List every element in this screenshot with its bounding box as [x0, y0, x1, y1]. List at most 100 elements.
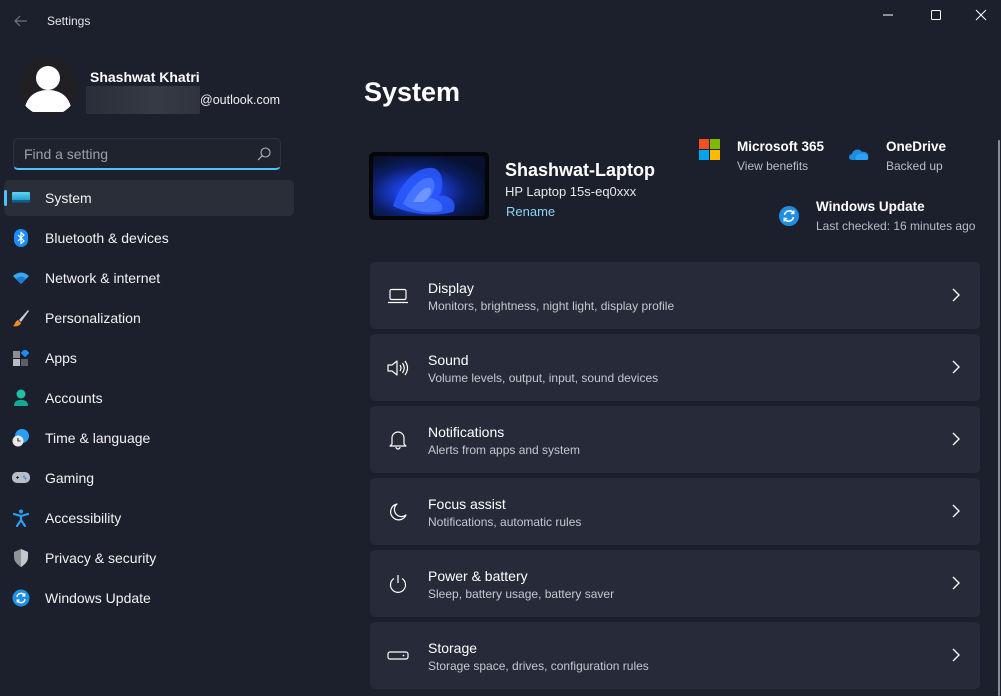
search-input[interactable]: [14, 145, 244, 162]
sidebar-item-gaming[interactable]: Gaming: [4, 460, 294, 496]
microsoft-365-subtitle: View benefits: [737, 159, 809, 173]
bluetooth-icon: [12, 229, 30, 247]
email-redacted: [86, 86, 200, 114]
wifi-icon: [12, 269, 30, 287]
sidebar-item-label: Apps: [45, 350, 77, 366]
page-title: System: [364, 77, 461, 107]
chevron-right-icon: [952, 288, 960, 302]
sidebar-item-label: Windows Update: [45, 590, 151, 606]
card-sound[interactable]: Sound Volume levels, output, input, soun…: [370, 334, 980, 401]
close-button[interactable]: [958, 0, 1001, 30]
chevron-right-icon: [952, 360, 960, 374]
card-subtitle: Alerts from apps and system: [428, 443, 581, 457]
rename-link[interactable]: Rename: [506, 204, 555, 219]
monitor-icon: [12, 189, 30, 207]
speaker-icon: [386, 356, 410, 380]
chevron-right-icon: [952, 576, 960, 590]
sidebar-item-accounts[interactable]: Accounts: [4, 380, 294, 416]
person-icon: [12, 389, 30, 407]
sidebar-item-apps[interactable]: Apps: [4, 340, 294, 376]
search-icon[interactable]: [256, 146, 272, 162]
sidebar-item-label: Accessibility: [45, 510, 122, 526]
card-subtitle: Monitors, brightness, night light, displ…: [428, 299, 675, 313]
sidebar-item-label: Personalization: [45, 310, 141, 326]
card-subtitle: Storage space, drives, configuration rul…: [428, 659, 649, 673]
scrollbar[interactable]: [998, 140, 1000, 696]
card-title: Focus assist: [428, 496, 506, 512]
globe-clock-icon: [12, 429, 30, 447]
sidebar-item-windows-update[interactable]: Windows Update: [4, 580, 294, 616]
chevron-right-icon: [952, 648, 960, 662]
card-subtitle: Sleep, battery usage, battery saver: [428, 587, 615, 601]
device-thumbnail: [369, 152, 489, 220]
update-icon: [12, 589, 30, 607]
power-icon: [386, 572, 410, 596]
card-power-battery[interactable]: Power & battery Sleep, battery usage, ba…: [370, 550, 980, 617]
card-subtitle: Notifications, automatic rules: [428, 515, 582, 529]
microsoft-logo-icon: [699, 139, 720, 160]
chevron-right-icon: [952, 432, 960, 446]
sidebar-item-system[interactable]: System: [4, 180, 294, 216]
card-title: Storage: [428, 640, 478, 656]
minimize-button[interactable]: [865, 0, 911, 30]
sidebar-item-label: Accounts: [45, 390, 103, 406]
wallpaper-preview: [373, 156, 485, 216]
device-name: Shashwat-Laptop: [505, 160, 656, 180]
user-email: @outlook.com: [86, 86, 280, 114]
sidebar-item-network[interactable]: Network & internet: [4, 260, 294, 296]
close-icon: [975, 9, 987, 21]
card-display[interactable]: Display Monitors, brightness, night ligh…: [370, 262, 980, 329]
storage-icon: [386, 644, 410, 668]
sidebar-item-label: Time & language: [45, 430, 151, 446]
sidebar-nav: System Bluetooth & devices Network & int…: [4, 180, 294, 620]
card-subtitle: Volume levels, output, input, sound devi…: [428, 371, 659, 385]
arrow-left-icon: [14, 15, 27, 27]
sidebar-item-label: Privacy & security: [45, 550, 157, 566]
minimize-icon: [883, 14, 893, 16]
sidebar-item-time-language[interactable]: Time & language: [4, 420, 294, 456]
settings-list: Display Monitors, brightness, night ligh…: [370, 262, 980, 694]
app-title: Settings: [47, 14, 91, 28]
bell-icon: [386, 428, 410, 452]
sidebar-item-label: System: [45, 190, 92, 206]
card-title: Notifications: [428, 424, 505, 440]
chevron-right-icon: [952, 504, 960, 518]
user-profile[interactable]: Shashwat Khatri @outlook.com: [18, 56, 308, 116]
sidebar-item-personalization[interactable]: Personalization: [4, 300, 294, 336]
person-avatar-icon: [24, 66, 72, 112]
shield-icon: [12, 549, 30, 567]
email-domain: @outlook.com: [200, 93, 281, 107]
sidebar-item-bluetooth[interactable]: Bluetooth & devices: [4, 220, 294, 256]
search-box[interactable]: [13, 138, 281, 170]
onedrive-subtitle: Backed up: [886, 159, 943, 173]
apps-icon: [12, 349, 30, 367]
microsoft-365-title: Microsoft 365: [737, 139, 825, 154]
onedrive-title: OneDrive: [886, 139, 947, 154]
back-button[interactable]: [10, 10, 32, 32]
sidebar-item-privacy[interactable]: Privacy & security: [4, 540, 294, 576]
user-name: Shashwat Khatri: [90, 69, 200, 85]
gamepad-icon: [12, 469, 30, 487]
accessibility-icon: [12, 509, 30, 527]
sidebar-item-accessibility[interactable]: Accessibility: [4, 500, 294, 536]
windows-update-subtitle: Last checked: 16 minutes ago: [816, 219, 976, 233]
title-bar: Settings: [0, 0, 1001, 44]
card-title: Power & battery: [428, 568, 528, 584]
card-title: Display: [428, 280, 474, 296]
avatar[interactable]: [18, 56, 78, 116]
card-title: Sound: [428, 352, 469, 368]
sidebar-item-label: Bluetooth & devices: [45, 230, 169, 246]
sidebar-item-label: Gaming: [45, 470, 95, 486]
device-model: HP Laptop 15s-eq0xxx: [505, 184, 637, 199]
card-notifications[interactable]: Notifications Alerts from apps and syste…: [370, 406, 980, 473]
cloud-icon: [849, 149, 869, 160]
update-icon: [779, 206, 799, 226]
maximize-icon: [931, 10, 941, 20]
maximize-button[interactable]: [913, 0, 959, 30]
card-focus-assist[interactable]: Focus assist Notifications, automatic ru…: [370, 478, 980, 545]
sidebar-item-label: Network & internet: [45, 270, 161, 286]
display-icon: [386, 284, 410, 308]
windows-update-title: Windows Update: [816, 199, 925, 214]
moon-icon: [386, 500, 410, 524]
card-storage[interactable]: Storage Storage space, drives, configura…: [370, 622, 980, 689]
